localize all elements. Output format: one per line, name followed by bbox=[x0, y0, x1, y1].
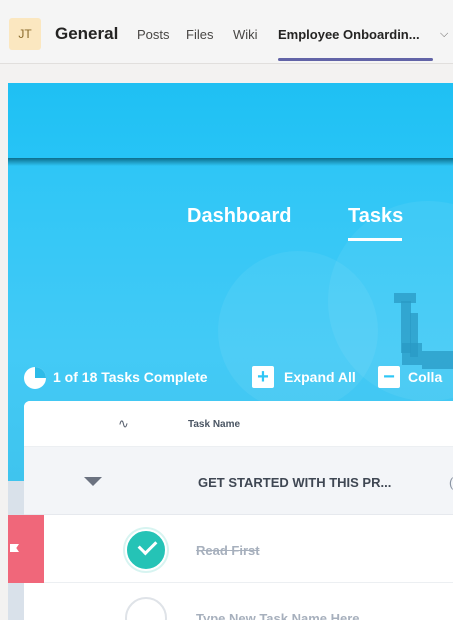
flag-icon bbox=[10, 544, 19, 552]
nav-dashboard[interactable]: Dashboard bbox=[187, 205, 291, 228]
task-name[interactable]: Type New Task Name Here bbox=[196, 611, 360, 620]
progress-text: 1 of 18 Tasks Complete bbox=[53, 369, 208, 385]
nav-tasks[interactable]: Tasks bbox=[348, 205, 403, 228]
task-complete-checkbox[interactable] bbox=[125, 597, 167, 620]
onboarding-app: Dashboard Tasks 1 of 18 Tasks Complete +… bbox=[8, 83, 453, 620]
chevron-down-icon[interactable]: ⌵ bbox=[440, 28, 448, 41]
hero-divider bbox=[8, 158, 453, 166]
task-complete-checkbox[interactable] bbox=[125, 529, 167, 571]
nav-active-indicator bbox=[348, 238, 402, 241]
tab-posts[interactable]: Posts bbox=[137, 27, 170, 42]
task-name[interactable]: Read First bbox=[196, 543, 260, 558]
active-tab-indicator bbox=[278, 58, 433, 61]
task-group-row[interactable]: GET STARTED WITH THIS PR... ( bbox=[24, 447, 453, 515]
group-title: GET STARTED WITH THIS PR... bbox=[198, 475, 392, 490]
table-row[interactable]: Type New Task Name Here bbox=[24, 583, 453, 620]
teams-header: JT General Posts Files Wiki Employee Onb… bbox=[0, 0, 453, 64]
collapse-all-button[interactable]: Colla bbox=[408, 369, 442, 385]
priority-flag-cell[interactable] bbox=[8, 515, 44, 583]
table-row[interactable]: Read First bbox=[8, 515, 453, 583]
group-extra: ( bbox=[449, 475, 453, 490]
task-table: ∿ Task Name GET STARTED WITH THIS PR... … bbox=[8, 401, 453, 620]
column-header-task-name[interactable]: Task Name bbox=[188, 419, 240, 430]
expand-all-icon[interactable]: + bbox=[252, 366, 274, 388]
table-header: ∿ Task Name bbox=[24, 401, 453, 447]
caret-down-icon[interactable] bbox=[84, 477, 102, 486]
expand-all-button[interactable]: Expand All bbox=[284, 369, 356, 385]
team-name: General bbox=[55, 24, 119, 43]
tab-files[interactable]: Files bbox=[186, 27, 213, 42]
activity-pulse-icon[interactable]: ∿ bbox=[118, 416, 129, 432]
tab-employee-onboarding[interactable]: Employee Onboardin... bbox=[278, 27, 420, 42]
collapse-all-icon[interactable]: − bbox=[378, 366, 400, 388]
illustration-shape bbox=[422, 351, 453, 369]
hero-banner bbox=[8, 83, 453, 161]
tab-wiki[interactable]: Wiki bbox=[233, 27, 258, 42]
team-avatar[interactable]: JT bbox=[9, 18, 41, 50]
illustration-shape bbox=[402, 343, 422, 365]
